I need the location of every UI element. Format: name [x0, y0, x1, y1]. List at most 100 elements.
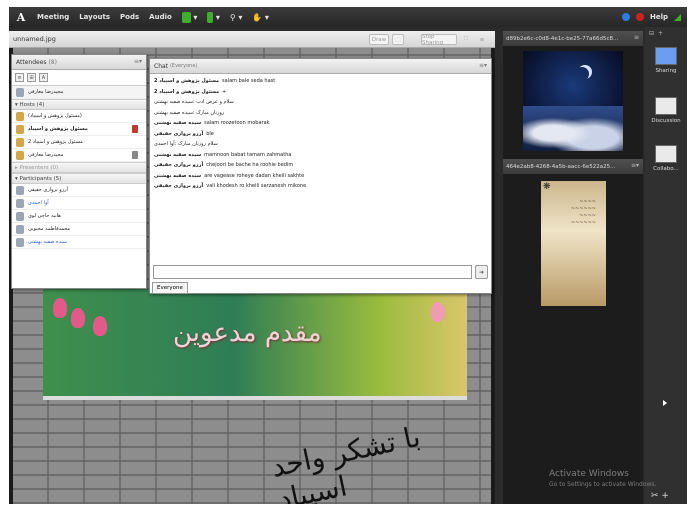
tulip-graphic — [93, 316, 107, 336]
chat-pod-title-bar: Chat (Everyone) ≡▾ — [150, 59, 491, 74]
pod-options-icon[interactable]: ≡ — [634, 34, 639, 41]
host-row[interactable]: مسئول پژوهش و اسپیاد 2 — [12, 136, 146, 149]
microphone-icon — [132, 151, 138, 159]
host-name: مجیدرضا معارفی — [28, 152, 64, 158]
layouts-sidebar: ⊟ + Sharing Discussion Collabo... ✂ + — [645, 27, 687, 504]
grid-view-icon[interactable]: ⊞ — [27, 73, 36, 82]
host-name: (مسئول پژوهش و اسپیاد) — [28, 113, 82, 119]
webcam-icon[interactable]: ⚲ ▾ — [230, 13, 242, 22]
message-text: mamnoon babat tamam zahmatha — [204, 151, 292, 158]
host-icon — [16, 111, 24, 121]
host-row[interactable]: مسئول پژوهش و اسپیاد — [12, 123, 146, 136]
participant-name: محمدفاطمه محبوبی — [28, 226, 71, 232]
microphone-active-icon — [132, 125, 138, 133]
watermark-title: Activate Windows — [549, 469, 629, 479]
message-sender: سیده صفیه بهشتی — [154, 172, 202, 179]
self-status-row[interactable]: مجیدرضا معارفی — [12, 86, 146, 99]
sort-icon[interactable]: A — [39, 73, 48, 82]
welcome-banner: مقدم مدعوین — [43, 288, 467, 400]
attendees-count: (8) — [48, 58, 57, 66]
message-sender: آرزو بروازی حقیقی — [154, 162, 204, 168]
self-name: مجیدرضا معارفی — [28, 89, 64, 95]
participant-icon — [16, 237, 24, 247]
chat-message: سلام و عرض ادب :سیده صفیه بهشتی — [154, 97, 487, 108]
attendees-pod-title-bar: Attendees (8) ≡▾ — [12, 55, 146, 70]
host-row[interactable]: مجیدرضا معارفی — [12, 149, 146, 162]
microphone-icon[interactable]: ▾ — [207, 11, 220, 23]
message-text: are vagease roheye dadan kheili sakhte — [204, 172, 305, 179]
watermark-subtitle: Go to Settings to activate Windows. — [549, 481, 657, 488]
menu-pods[interactable]: Pods — [120, 13, 139, 21]
participant-row[interactable]: محمدفاطمه محبوبی — [12, 223, 146, 236]
tulip-graphic — [431, 302, 445, 322]
layout-collaboration[interactable]: Collabo... — [649, 145, 683, 172]
hosts-section-header[interactable]: ▾ Hosts (4) — [12, 99, 146, 110]
message-text: سلام روزتان مبارک :آوا احمدی — [154, 141, 218, 147]
participant-row[interactable]: آوا احمدی — [12, 197, 146, 210]
chat-pod: Chat (Everyone) ≡▾ مسئول پژوهش و اسپیاد … — [149, 58, 492, 294]
share-pod-title-bar: unnamed.jpg Draw ⬚ Stop Sharing ⛶ ≡ — [9, 31, 495, 48]
draw-button[interactable]: Draw — [369, 34, 389, 45]
video-pod-title: d89b2e6c-c0d8-4e1c-be25-77a66d5c8... — [506, 35, 619, 42]
message-sender: سیده صفیه بهشتی — [154, 120, 202, 126]
participant-name: آرزو بروازی حقیقی — [28, 187, 68, 193]
chat-tab-everyone[interactable]: Everyone — [152, 282, 188, 294]
host-icon — [16, 137, 24, 147]
sidebar-footer-icons: ✂ + — [651, 491, 669, 501]
fullscreen-icon[interactable]: ⬚ — [392, 34, 404, 45]
layout-label: Discussion — [651, 118, 681, 124]
message-text: روزتان مبارک :سیده صفیه بهشتی — [154, 109, 225, 116]
pod-options-icon[interactable]: ≡▾ — [479, 62, 487, 69]
participant-row[interactable]: هانیه حاجی لوی — [12, 210, 146, 223]
menubar-right: Help — [621, 7, 681, 27]
participant-name: سیده صفیه بهشتی — [28, 239, 67, 245]
connect-window: A Meeting Layouts Pods Audio ▾ ▾ ⚲ ▾ ✋ ▾… — [9, 7, 687, 504]
menu-audio[interactable]: Audio — [149, 13, 172, 21]
status-icon[interactable] — [621, 13, 630, 21]
message-text: سلام و عرض ادب :سیده صفیه بهشتی — [154, 99, 234, 105]
layout-discussion[interactable]: Discussion — [649, 97, 683, 124]
crescent-moon-graphic — [575, 67, 589, 81]
participant-name: آوا احمدی — [28, 200, 49, 206]
message-text: ble — [206, 130, 214, 137]
video-feed-moon — [523, 51, 623, 151]
layout-label: Sharing — [655, 68, 677, 74]
chat-input-row: ➜ — [153, 265, 488, 279]
help-menu[interactable]: Help — [650, 13, 668, 21]
speaker-icon[interactable]: ▾ — [181, 11, 197, 23]
chat-scope: (Everyone) — [169, 63, 198, 69]
hosts-header-label: Hosts (4) — [19, 101, 45, 108]
participants-section-header[interactable]: ▾ Participants (5) — [12, 173, 146, 184]
record-icon[interactable] — [635, 13, 644, 21]
poster-text-graphic: ~~~~ ~~~~~~ ~~~~ ~~~~~~ — [570, 199, 596, 226]
host-icon — [16, 124, 24, 134]
add-layout-icon[interactable]: + — [661, 491, 669, 501]
stop-sharing-button[interactable]: Stop Sharing — [421, 34, 457, 46]
connection-icon — [674, 13, 681, 21]
fit-icon[interactable]: ⛶ — [461, 34, 471, 45]
pod-options-icon[interactable]: ≡▾ — [631, 162, 639, 169]
pod-options-icon[interactable]: ≡▾ — [134, 58, 142, 65]
host-row[interactable]: (مسئول پژوهش و اسپیاد) — [12, 110, 146, 123]
banner-text: مقدم مدعوین — [173, 318, 322, 348]
message-text: salam roozetoon mobarak — [204, 120, 270, 126]
adobe-connect-logo: A — [16, 10, 26, 24]
list-view-icon[interactable]: ≡ — [15, 73, 24, 82]
menu-meeting[interactable]: Meeting — [37, 13, 69, 21]
layout-sharing[interactable]: Sharing — [649, 47, 683, 74]
message-text: chejoori be bache ha roohie bedim — [206, 162, 294, 168]
raise-hand-icon[interactable]: ✋ ▾ — [252, 13, 269, 22]
participant-row[interactable]: سیده صفیه بهشتی — [12, 236, 146, 249]
video-feed-poster: ❋ ~~~~ ~~~~~~ ~~~~ ~~~~~~ — [541, 181, 606, 306]
tools-icon[interactable]: ✂ — [651, 491, 659, 501]
message-text: + — [222, 88, 227, 95]
host-icon — [16, 150, 24, 160]
menu-layouts[interactable]: Layouts — [79, 13, 110, 21]
send-message-icon[interactable]: ➜ — [475, 265, 488, 279]
chat-input[interactable] — [153, 265, 472, 279]
pod-options-icon[interactable]: ≡ — [477, 34, 487, 45]
flower-icon: ❋ — [543, 182, 551, 192]
presenters-section-header[interactable]: ▸ Presenters (0) — [12, 162, 146, 173]
participant-row[interactable]: آرزو بروازی حقیقی — [12, 184, 146, 197]
mouse-cursor-icon — [663, 400, 667, 406]
